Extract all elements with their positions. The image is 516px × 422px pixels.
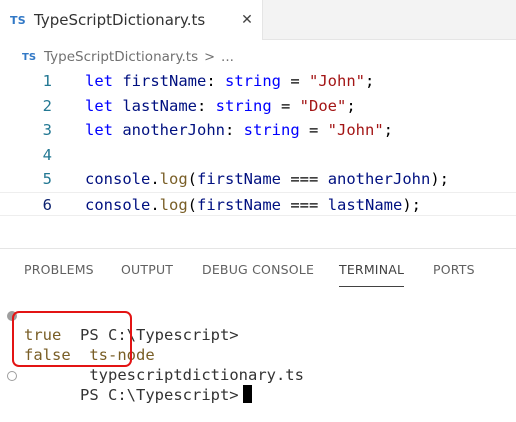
line-number: 1 bbox=[42, 72, 52, 90]
terminal-cursor bbox=[242, 385, 252, 403]
tab-debug-console[interactable]: DEBUG CONSOLE bbox=[202, 249, 314, 291]
line-number: 6 bbox=[42, 195, 52, 214]
terminal-prompt: PS C:\Typescript> bbox=[80, 386, 239, 404]
code-line[interactable]: 4 bbox=[0, 143, 516, 167]
output-highlight-box bbox=[12, 311, 132, 367]
code-text: let anotherJohn: string = "John"; bbox=[85, 118, 393, 142]
tab-problems[interactable]: PROBLEMS bbox=[24, 249, 94, 291]
terminal-prompt-line: PS C:\Typescript> bbox=[24, 365, 252, 404]
tab-terminal[interactable]: TERMINAL bbox=[339, 249, 405, 291]
code-token: "John" bbox=[309, 72, 366, 90]
code-token: string bbox=[215, 96, 272, 115]
code-text: console.log(firstName === anotherJohn); bbox=[85, 167, 449, 191]
typescript-file-icon: TS bbox=[10, 13, 27, 27]
panel-tab-bar: PROBLEMS OUTPUT DEBUG CONSOLE TERMINAL P… bbox=[0, 249, 516, 291]
breadcrumb: TS TypeScriptDictionary.ts > ... bbox=[0, 46, 516, 68]
code-token: "Doe" bbox=[299, 96, 347, 115]
chevron-right-icon: > bbox=[204, 49, 216, 65]
code-token: log bbox=[159, 170, 188, 188]
line-number: 2 bbox=[42, 96, 52, 115]
code-token: console bbox=[85, 195, 151, 214]
code-token: === bbox=[281, 195, 328, 214]
code-token: : bbox=[206, 72, 226, 90]
code-line[interactable]: 3 let anotherJohn: string = "John"; bbox=[0, 118, 516, 142]
code-token: lastName bbox=[122, 96, 197, 115]
code-token: . bbox=[150, 195, 160, 214]
line-number: 5 bbox=[42, 170, 52, 188]
code-token: console bbox=[85, 170, 151, 188]
code-token: "John" bbox=[327, 121, 384, 139]
line-number: 4 bbox=[42, 145, 52, 164]
code-token: log bbox=[159, 195, 188, 214]
code-token: ; bbox=[365, 72, 375, 90]
tab-title: TypeScriptDictionary.ts bbox=[34, 11, 206, 29]
command-decoration-icon[interactable] bbox=[7, 371, 17, 381]
tab-ports[interactable]: PORTS bbox=[433, 249, 475, 291]
code-text: console.log(firstName === lastName); bbox=[85, 193, 421, 217]
code-token: ( bbox=[187, 170, 198, 188]
code-token: = bbox=[299, 121, 328, 139]
code-token: string bbox=[225, 72, 282, 90]
bottom-panel: PROBLEMS OUTPUT DEBUG CONSOLE TERMINAL P… bbox=[0, 248, 516, 422]
tab-output[interactable]: OUTPUT bbox=[121, 249, 173, 291]
code-token: . bbox=[150, 170, 160, 188]
code-line[interactable]: 6 console.log(firstName === lastName); bbox=[0, 191, 516, 217]
breadcrumb-file[interactable]: TypeScriptDictionary.ts bbox=[44, 49, 198, 65]
breadcrumb-more[interactable]: ... bbox=[221, 49, 234, 65]
code-token: anotherJohn bbox=[122, 121, 225, 139]
code-token: string bbox=[243, 121, 300, 139]
tab-typescript-dictionary[interactable]: TS TypeScriptDictionary.ts ✕ bbox=[0, 0, 263, 40]
code-token: = bbox=[281, 72, 310, 90]
code-line[interactable]: 2 let lastName: string = "Doe"; bbox=[0, 94, 516, 118]
typescript-file-icon: TS bbox=[22, 51, 37, 63]
code-token: ( bbox=[187, 195, 198, 214]
code-line[interactable]: 1 let firstName: string = "John"; bbox=[0, 69, 516, 93]
code-token: let bbox=[85, 121, 113, 139]
code-editor[interactable]: 1 let firstName: string = "John"; 2 let las… bbox=[0, 68, 516, 248]
code-token: anotherJohn bbox=[327, 170, 431, 188]
code-text: let lastName: string = "Doe"; bbox=[85, 94, 356, 118]
code-token: = bbox=[271, 96, 300, 115]
code-token: ; bbox=[383, 121, 394, 139]
code-token: let bbox=[85, 96, 113, 115]
code-token: ); bbox=[430, 170, 450, 188]
code-token: : bbox=[225, 121, 244, 139]
code-token: firstName bbox=[122, 72, 207, 90]
code-line[interactable]: 5 console.log(firstName === anotherJohn); bbox=[0, 167, 516, 191]
code-token: ); bbox=[402, 195, 422, 214]
code-token: === bbox=[281, 170, 328, 188]
editor-tab-bar: TS TypeScriptDictionary.ts ✕ bbox=[0, 0, 516, 40]
code-token: : bbox=[197, 96, 216, 115]
line-number: 3 bbox=[42, 121, 52, 139]
code-token: firstName bbox=[197, 170, 282, 188]
code-token: ; bbox=[346, 96, 356, 115]
code-token: lastName bbox=[327, 195, 403, 214]
code-token: let bbox=[85, 72, 113, 90]
close-icon[interactable]: ✕ bbox=[238, 11, 256, 29]
code-token: firstName bbox=[197, 195, 282, 214]
code-text: let firstName: string = "John"; bbox=[85, 69, 374, 93]
